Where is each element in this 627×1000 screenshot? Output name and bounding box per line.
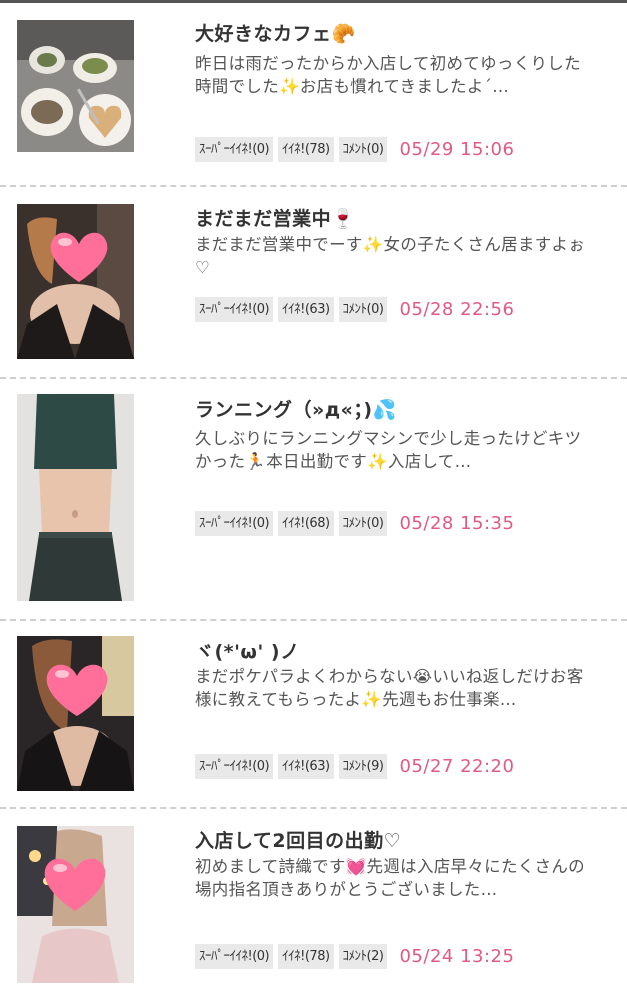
post-excerpt: 初めまして詩織です💓先週は入店早々にたくさんの場内指名頂きありがとうございました… bbox=[195, 857, 585, 899]
post-excerpt: 久しぶりにランニングマシンで少し走ったけどキツかった🏃本日出勤です✨入店して… bbox=[195, 429, 582, 471]
super-like-button[interactable]: ｽｰﾊﾟｰｲｲﾈ!(0) bbox=[195, 944, 274, 969]
blog-post[interactable]: ランニング（»д«；)💦 久しぶりにランニングマシンで少し走ったけどキツかった🏃… bbox=[0, 379, 627, 619]
post-date: 05/29 15:06 bbox=[399, 139, 515, 160]
like-button[interactable]: ｲｲﾈ!(63) bbox=[278, 754, 334, 779]
post-excerpt: まだポケパラよくわからない😭いいね返しだけお客様に教えてもらったよ✨先週もお仕事… bbox=[195, 667, 584, 709]
comment-button[interactable]: ｺﾒﾝﾄ(0) bbox=[338, 297, 388, 322]
post-date: 05/28 22:56 bbox=[399, 299, 515, 320]
like-button[interactable]: ｲｲﾈ!(78) bbox=[278, 944, 334, 969]
post-thumbnail[interactable] bbox=[17, 636, 134, 791]
super-like-button[interactable]: ｽｰﾊﾟｰｲｲﾈ!(0) bbox=[195, 511, 274, 536]
post-date: 05/27 22:20 bbox=[399, 756, 515, 777]
post-meta: ｽｰﾊﾟｰｲｲﾈ!(0) ｲｲﾈ!(63) ｺﾒﾝﾄ(0) 05/28 22:5… bbox=[195, 297, 514, 322]
comment-button[interactable]: ｺﾒﾝﾄ(0) bbox=[338, 137, 388, 162]
post-meta: ｽｰﾊﾟｰｲｲﾈ!(0) ｲｲﾈ!(78) ｺﾒﾝﾄ(0) 05/29 15:0… bbox=[195, 137, 514, 162]
post-excerpt: まだまだ営業中でーす✨女の子たくさん居ますよぉ♡ bbox=[195, 235, 586, 277]
post-thumbnail[interactable] bbox=[17, 20, 134, 152]
blog-post[interactable]: ヾ(*'ω' )ノ まだポケパラよくわからない😭いいね返しだけお客様に教えてもら… bbox=[0, 621, 627, 807]
post-excerpt: 昨日は雨だったからか入店して初めてゆっくりした時間でした✨お店も慣れてきましたよ… bbox=[195, 54, 581, 96]
cafe-food-photo-icon bbox=[17, 20, 134, 152]
like-button[interactable]: ｲｲﾈ!(68) bbox=[278, 511, 334, 536]
portrait-heart-photo-icon bbox=[17, 826, 134, 983]
post-thumbnail[interactable] bbox=[17, 394, 134, 601]
post-thumbnail[interactable] bbox=[17, 204, 134, 359]
post-meta: ｽｰﾊﾟｰｲｲﾈ!(0) ｲｲﾈ!(68) ｺﾒﾝﾄ(0) 05/28 15:3… bbox=[195, 511, 514, 536]
post-date: 05/24 13:25 bbox=[399, 946, 515, 967]
portrait-heart-photo-icon bbox=[17, 636, 134, 791]
comment-button[interactable]: ｺﾒﾝﾄ(0) bbox=[338, 511, 388, 536]
comment-button[interactable]: ｺﾒﾝﾄ(2) bbox=[338, 944, 388, 969]
post-thumbnail[interactable] bbox=[17, 826, 134, 983]
like-button[interactable]: ｲｲﾈ!(63) bbox=[278, 297, 334, 322]
super-like-button[interactable]: ｽｰﾊﾟｰｲｲﾈ!(0) bbox=[195, 137, 274, 162]
super-like-button[interactable]: ｽｰﾊﾟｰｲｲﾈ!(0) bbox=[195, 297, 274, 322]
portrait-heart-photo-icon bbox=[17, 204, 134, 359]
comment-button[interactable]: ｺﾒﾝﾄ(9) bbox=[338, 754, 388, 779]
post-meta: ｽｰﾊﾟｰｲｲﾈ!(0) ｲｲﾈ!(78) ｺﾒﾝﾄ(2) 05/24 13:2… bbox=[195, 944, 514, 969]
super-like-button[interactable]: ｽｰﾊﾟｰｲｲﾈ!(0) bbox=[195, 754, 274, 779]
fitness-photo-icon bbox=[17, 394, 134, 601]
post-title[interactable]: まだまだ営業中🍷 bbox=[195, 204, 597, 231]
post-meta: ｽｰﾊﾟｰｲｲﾈ!(0) ｲｲﾈ!(63) ｺﾒﾝﾄ(9) 05/27 22:2… bbox=[195, 754, 514, 779]
post-title[interactable]: 入店して2回目の出勤♡ bbox=[195, 826, 597, 853]
blog-post[interactable]: 入店して2回目の出勤♡ 初めまして詩織です💓先週は入店早々にたくさんの場内指名頂… bbox=[0, 809, 627, 1000]
blog-post[interactable]: 大好きなカフェ🥐 昨日は雨だったからか入店して初めてゆっくりした時間でした✨お店… bbox=[0, 0, 627, 186]
blog-post[interactable]: まだまだ営業中🍷 まだまだ営業中でーす✨女の子たくさん居ますよぉ♡ ｽｰﾊﾟｰｲ… bbox=[0, 187, 627, 377]
post-title[interactable]: ヾ(*'ω' )ノ bbox=[195, 637, 597, 664]
post-title[interactable]: 大好きなカフェ🥐 bbox=[195, 19, 597, 46]
post-title[interactable]: ランニング（»д«；)💦 bbox=[195, 395, 597, 422]
like-button[interactable]: ｲｲﾈ!(78) bbox=[278, 137, 334, 162]
post-date: 05/28 15:35 bbox=[399, 513, 515, 534]
